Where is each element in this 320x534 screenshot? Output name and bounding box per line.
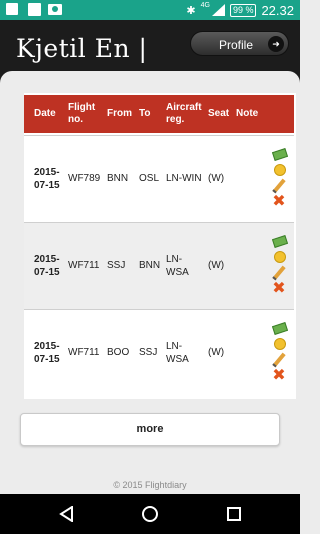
aircraft-reg-line1: LN- [166, 341, 183, 352]
seat: (W) [208, 347, 225, 358]
signal-icon [211, 4, 225, 16]
flight-from: SSJ [107, 260, 126, 271]
aircraft-reg: LN- WSA [166, 253, 189, 279]
profile-button-label: Profile [219, 38, 254, 52]
profile-button[interactable]: Profile ➜ [190, 31, 289, 56]
flight-date: 2015- 07-15 [34, 253, 60, 279]
navigation-bar [0, 494, 300, 534]
column-header-flight-line2: no. [68, 114, 83, 125]
table-row[interactable]: 2015- 07-15 WF789 BNN OSL LN-WIN (W) ✖ [24, 135, 294, 222]
battery-indicator: 99 % [229, 3, 257, 17]
column-header-from: From [107, 108, 132, 119]
notification-icon [6, 3, 18, 15]
money-icon[interactable] [272, 147, 286, 161]
flight-to: BNN [139, 260, 161, 271]
app-header: Kjetil En | Profile ➜ [0, 20, 300, 71]
bluetooth-icon: ✱ [186, 4, 196, 17]
status-dot-icon[interactable] [272, 249, 286, 263]
delete-icon[interactable]: ✖ [272, 368, 286, 384]
column-header-flight-line1: Flight [68, 102, 96, 113]
home-icon[interactable] [142, 506, 158, 522]
flight-date-line2: 07-15 [34, 354, 60, 365]
delete-icon[interactable]: ✖ [272, 194, 286, 210]
flight-date-line1: 2015- [34, 167, 60, 178]
money-icon[interactable] [272, 234, 286, 248]
recent-apps-icon[interactable] [227, 507, 241, 521]
flight-date-line2: 07-15 [34, 267, 60, 278]
clock: 22.32 [261, 2, 294, 18]
notification-icon [28, 3, 41, 16]
column-header-date: Date [34, 108, 56, 119]
flight-date: 2015- 07-15 [34, 340, 60, 366]
flight-number: WF711 [68, 347, 100, 358]
seat: (W) [208, 173, 225, 184]
column-header-flight: Flight no. [68, 102, 95, 126]
header-corner [0, 71, 24, 95]
column-header-seat: Seat [208, 108, 230, 119]
table-row[interactable]: 2015- 07-15 WF711 SSJ BNN LN- WSA (W) ✖ [24, 222, 294, 309]
page-title: Kjetil En | [16, 34, 148, 63]
status-dot-icon[interactable] [272, 162, 286, 176]
aircraft-reg-line2: WSA [166, 354, 189, 365]
flight-to: OSL [139, 173, 160, 184]
edit-pencil-icon[interactable] [272, 352, 286, 366]
more-button[interactable]: more [20, 413, 280, 446]
aircraft-reg: LN- WSA [166, 340, 189, 366]
aircraft-reg-line1: LN- [166, 254, 183, 265]
column-header-to: To [139, 108, 151, 119]
column-header-aircraft: Aircraft reg. [166, 102, 202, 126]
status-bar: ✱ 4G 99 % 22.32 [0, 0, 300, 20]
flight-date: 2015- 07-15 [34, 166, 60, 192]
camera-notification-icon [48, 4, 62, 15]
delete-icon[interactable]: ✖ [272, 281, 286, 297]
header-corner [276, 71, 300, 95]
flight-table: Date Flight no. From To Aircraft reg. Se… [24, 93, 296, 399]
flight-from: BOO [107, 347, 130, 358]
copyright-footer: © 2015 Flightdiary [113, 480, 187, 490]
money-icon[interactable] [272, 321, 286, 335]
status-dot-icon[interactable] [272, 336, 286, 350]
flight-number: WF789 [68, 173, 101, 184]
column-header-aircraft-line1: Aircraft [166, 102, 202, 113]
flight-to: SSJ [139, 347, 158, 358]
flight-date-line1: 2015- [34, 254, 60, 265]
arrow-right-icon: ➜ [268, 36, 284, 52]
flight-date-line2: 07-15 [34, 180, 60, 191]
column-header-aircraft-line2: reg. [166, 114, 185, 125]
table-header: Date Flight no. From To Aircraft reg. Se… [24, 95, 294, 133]
network-type: 4G [200, 1, 210, 9]
edit-pencil-icon[interactable] [272, 178, 286, 192]
column-header-note: Note [236, 108, 259, 119]
back-icon[interactable] [59, 506, 75, 522]
aircraft-reg: LN-WIN [166, 173, 202, 184]
aircraft-reg-line2: WSA [166, 267, 189, 278]
flight-number: WF711 [68, 260, 100, 271]
seat: (W) [208, 260, 225, 271]
table-row[interactable]: 2015- 07-15 WF711 BOO SSJ LN- WSA (W) ✖ [24, 309, 294, 396]
edit-pencil-icon[interactable] [272, 265, 286, 279]
flight-from: BNN [107, 173, 129, 184]
flight-date-line1: 2015- [34, 341, 60, 352]
